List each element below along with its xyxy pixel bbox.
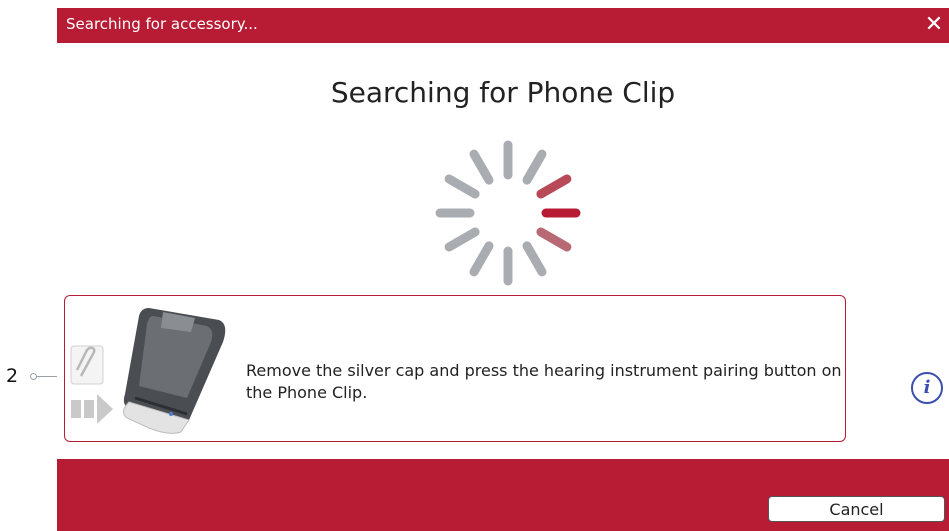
- cancel-button[interactable]: Cancel: [768, 496, 945, 522]
- info-icon[interactable]: i: [911, 372, 943, 404]
- close-icon[interactable]: ✕: [921, 11, 947, 39]
- loading-spinner-icon: [435, 140, 581, 286]
- search-heading: Searching for Phone Clip: [330, 76, 676, 109]
- instruction-text: Remove the silver cap and press the hear…: [246, 361, 842, 402]
- spinner-spoke: [536, 174, 572, 199]
- instruction-panel: Remove the silver cap and press the hear…: [64, 295, 846, 442]
- phone-clip-illustration: [70, 308, 226, 434]
- search-accessory-dialog: Searching for accessory... ✕ Searching f…: [57, 8, 949, 531]
- paperclip-icon: [70, 345, 104, 385]
- spinner-spoke: [522, 241, 547, 277]
- callout-number: 2: [6, 365, 19, 387]
- dialog-title: Searching for accessory...: [66, 15, 258, 33]
- dialog-titlebar: Searching for accessory... ✕: [57, 8, 949, 43]
- spinner-spoke: [444, 174, 480, 199]
- spinner-spoke: [536, 227, 572, 252]
- spinner-spoke: [469, 149, 494, 185]
- spinner-spoke: [469, 241, 494, 277]
- phone-clip-device: [123, 308, 226, 434]
- spinner-spoke: [522, 149, 547, 185]
- arrow-right-icon: [71, 394, 113, 424]
- callout-dot: [30, 373, 37, 380]
- spinner-spoke: [444, 227, 480, 252]
